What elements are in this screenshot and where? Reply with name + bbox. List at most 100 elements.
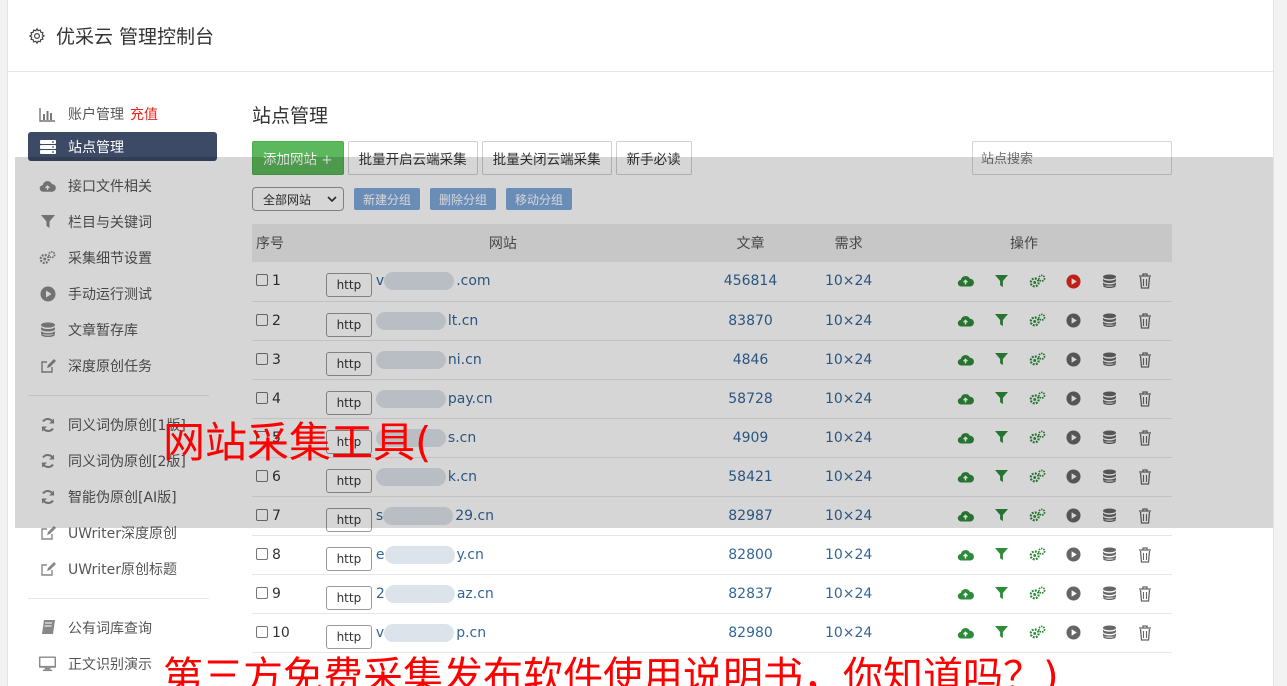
play-circle-icon[interactable] (1064, 312, 1082, 330)
gears-icon[interactable] (1028, 507, 1046, 525)
filter-icon[interactable] (992, 585, 1010, 603)
trash-icon[interactable] (1136, 585, 1154, 603)
database-icon[interactable] (1100, 429, 1118, 447)
demand-value[interactable]: 10×24 (821, 262, 876, 302)
play-circle-icon[interactable] (1064, 429, 1082, 447)
filter-icon[interactable] (992, 312, 1010, 330)
sidebar-item-a2[interactable]: 接口文件相关 (28, 168, 217, 204)
site-domain-link[interactable]: k.cn (375, 467, 477, 486)
cloud-upload-icon[interactable] (956, 429, 974, 447)
sidebar-item-a4[interactable]: 采集细节设置 (28, 240, 217, 276)
gears-icon[interactable] (1028, 546, 1046, 564)
row-checkbox[interactable] (256, 625, 268, 638)
demand-value[interactable]: 10×24 (821, 418, 876, 458)
site-domain-link[interactable]: e y.cn (376, 545, 484, 564)
gears-icon[interactable] (1028, 585, 1046, 603)
play-circle-icon[interactable] (1064, 546, 1082, 564)
database-icon[interactable] (1100, 624, 1118, 642)
trash-icon[interactable] (1136, 468, 1154, 486)
trash-icon[interactable] (1136, 312, 1154, 330)
filter-icon[interactable] (992, 546, 1010, 564)
play-circle-icon[interactable] (1064, 624, 1082, 642)
demand-value[interactable]: 10×24 (821, 457, 876, 497)
row-checkbox[interactable] (256, 391, 268, 404)
new-group-button[interactable]: 新建分组 (354, 188, 421, 210)
row-checkbox[interactable] (256, 508, 268, 521)
sidebar-item-b2[interactable]: 智能伪原创[AI版] (28, 479, 217, 515)
play-circle-icon[interactable] (1064, 507, 1082, 525)
sidebar-item-a1[interactable]: 站点管理 (28, 132, 217, 161)
demand-value[interactable]: 10×24 (821, 574, 876, 614)
batch-close-cloud-button[interactable]: 批量关闭云端采集 (481, 141, 612, 175)
trash-icon[interactable] (1136, 429, 1154, 447)
database-icon[interactable] (1100, 351, 1118, 369)
gears-icon[interactable] (1028, 312, 1046, 330)
filter-icon[interactable] (992, 624, 1010, 642)
trash-icon[interactable] (1136, 272, 1154, 290)
filter-icon[interactable] (992, 272, 1010, 290)
gears-icon[interactable] (1028, 351, 1046, 369)
row-checkbox[interactable] (256, 352, 268, 365)
sidebar-item-a0[interactable]: 账户管理 充值 (28, 96, 217, 132)
filter-icon[interactable] (992, 429, 1010, 447)
group-select[interactable]: 全部网站 (252, 187, 344, 211)
add-site-button[interactable]: 添加网站 + (252, 141, 344, 175)
articles-count[interactable]: 4909 (679, 418, 822, 458)
gears-icon[interactable] (1028, 624, 1046, 642)
sidebar-item-c0[interactable]: 公有词库查询 (28, 610, 217, 646)
batch-open-cloud-button[interactable]: 批量开启云端采集 (347, 141, 478, 175)
site-domain-link[interactable]: lt.cn (375, 311, 478, 330)
demand-value[interactable]: 10×24 (821, 535, 876, 575)
articles-count[interactable]: 82987 (679, 496, 822, 536)
play-circle-icon[interactable] (1064, 390, 1082, 408)
site-domain-link[interactable]: pay.cn (375, 389, 493, 408)
articles-count[interactable]: 82837 (679, 574, 822, 614)
play-circle-icon[interactable] (1064, 468, 1082, 486)
site-domain-link[interactable]: v .com (376, 272, 491, 291)
articles-count[interactable]: 82800 (679, 535, 822, 575)
trash-icon[interactable] (1136, 390, 1154, 408)
articles-count[interactable]: 58421 (679, 457, 822, 497)
articles-count[interactable]: 4846 (679, 340, 822, 380)
site-domain-link[interactable]: v p.cn (376, 623, 486, 642)
delete-group-button[interactable]: 删除分组 (430, 188, 497, 210)
demand-value[interactable]: 10×24 (821, 340, 876, 380)
sidebar-item-b3[interactable]: UWriter深度原创 (28, 515, 217, 551)
database-icon[interactable] (1100, 272, 1118, 290)
gears-icon[interactable] (1028, 468, 1046, 486)
sidebar-item-a5[interactable]: 手动运行测试 (28, 276, 217, 312)
gears-icon[interactable] (1028, 272, 1046, 290)
sidebar-item-a7[interactable]: 深度原创任务 (28, 348, 217, 384)
cloud-upload-icon[interactable] (956, 312, 974, 330)
database-icon[interactable] (1100, 546, 1118, 564)
sidebar-item-a3[interactable]: 栏目与关键词 (28, 204, 217, 240)
gears-icon[interactable] (1028, 429, 1046, 447)
row-checkbox[interactable] (256, 274, 268, 287)
row-checkbox[interactable] (256, 313, 268, 326)
database-icon[interactable] (1100, 390, 1118, 408)
cloud-upload-icon[interactable] (956, 585, 974, 603)
row-checkbox[interactable] (256, 469, 268, 482)
demand-value[interactable]: 10×24 (821, 613, 876, 653)
filter-icon[interactable] (992, 468, 1010, 486)
filter-icon[interactable] (992, 351, 1010, 369)
move-group-button[interactable]: 移动分组 (506, 188, 573, 210)
site-search-input[interactable] (972, 141, 1172, 175)
articles-count[interactable]: 83870 (679, 301, 822, 341)
database-icon[interactable] (1100, 468, 1118, 486)
cloud-upload-icon[interactable] (956, 546, 974, 564)
site-domain-link[interactable]: ni.cn (375, 350, 482, 369)
sidebar-item-a6[interactable]: 文章暂存库 (28, 312, 217, 348)
demand-value[interactable]: 10×24 (821, 301, 876, 341)
trash-icon[interactable] (1136, 507, 1154, 525)
row-checkbox[interactable] (256, 586, 268, 599)
database-icon[interactable] (1100, 585, 1118, 603)
trash-icon[interactable] (1136, 546, 1154, 564)
recharge-link[interactable]: 充值 (130, 104, 158, 124)
cloud-upload-icon[interactable] (956, 272, 974, 290)
trash-icon[interactable] (1136, 351, 1154, 369)
articles-count[interactable]: 58728 (679, 379, 822, 419)
filter-icon[interactable] (992, 507, 1010, 525)
newbie-guide-button[interactable]: 新手必读 (615, 141, 692, 175)
cloud-upload-icon[interactable] (956, 507, 974, 525)
